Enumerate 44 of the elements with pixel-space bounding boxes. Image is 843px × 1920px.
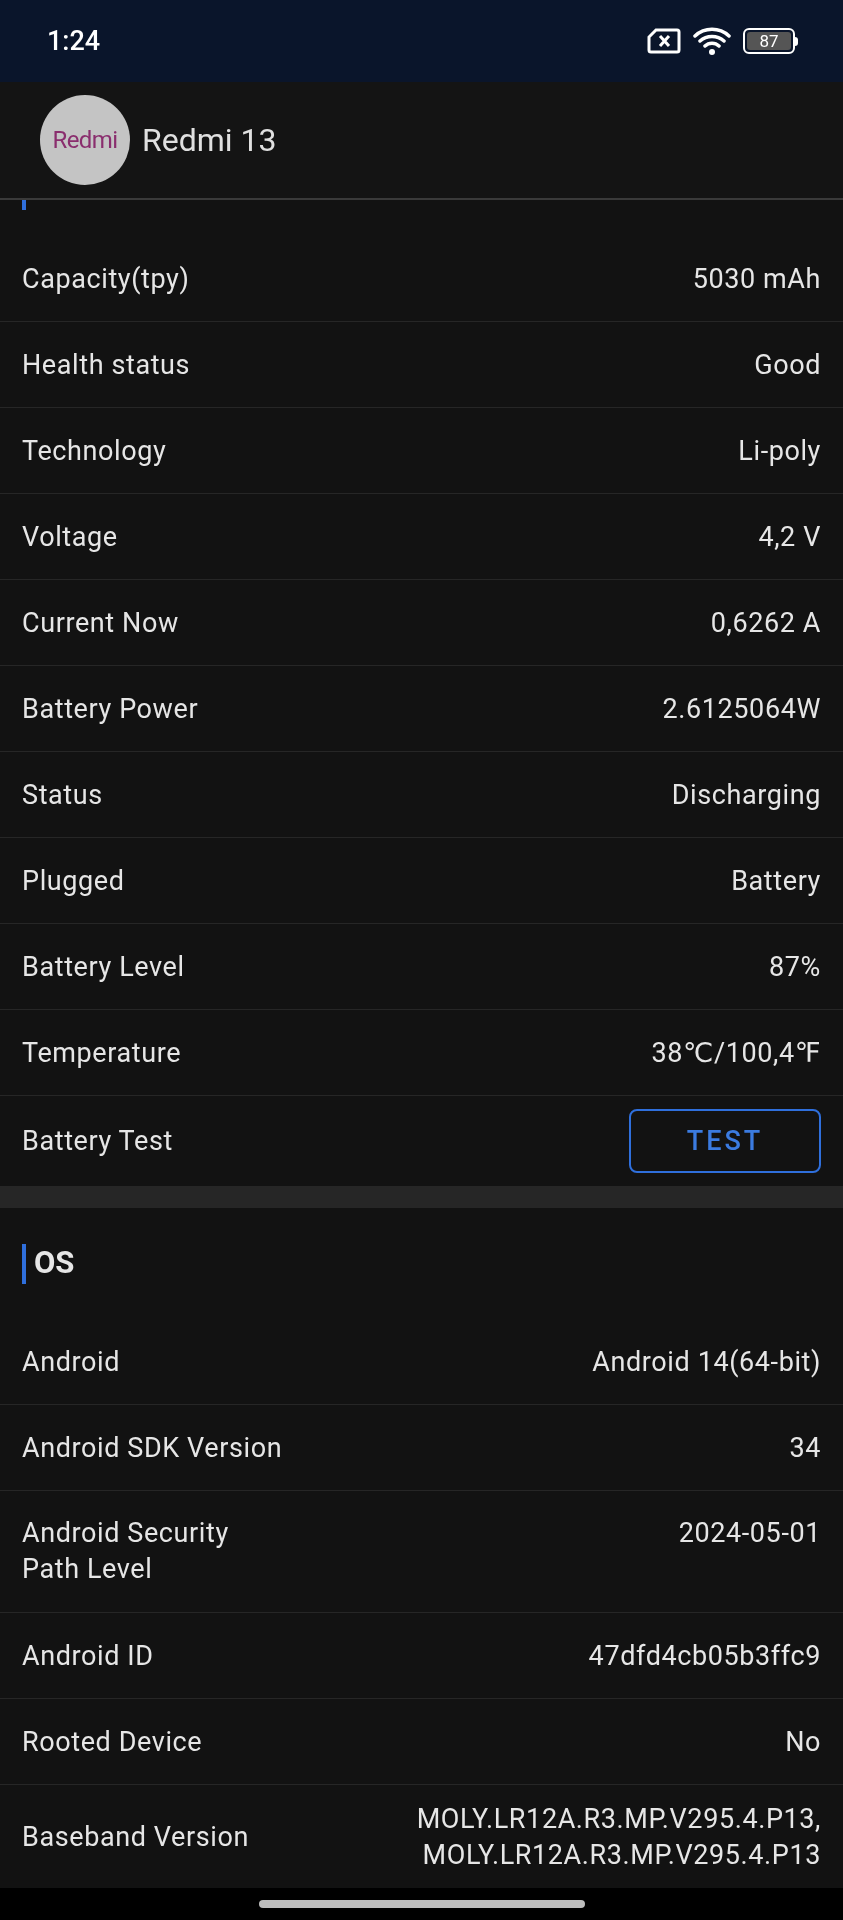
row-label: Battery Level bbox=[22, 949, 185, 985]
row-value: 47dfd4cb05b3ffc9 bbox=[588, 1638, 821, 1674]
row-label: Temperature bbox=[22, 1035, 182, 1071]
row-label: Android bbox=[22, 1344, 121, 1380]
row-value: MOLY.LR12A.R3.MP.V295.4.P13, MOLY.LR12A.R3.MP.V295.4.P13 bbox=[416, 1801, 821, 1873]
row-value: Discharging bbox=[671, 777, 821, 813]
row-label: Android SDK Version bbox=[22, 1430, 283, 1466]
clock: 1:24 bbox=[47, 23, 101, 59]
section-title: OS bbox=[34, 1243, 75, 1284]
row-label: Technology bbox=[22, 433, 167, 469]
row-value: Battery bbox=[731, 863, 821, 899]
row-value: 34 bbox=[789, 1430, 821, 1466]
logo-avatar: Redmi bbox=[40, 95, 130, 185]
test-button[interactable]: TEST bbox=[629, 1109, 821, 1173]
row-value: Android 14(64-bit) bbox=[592, 1344, 821, 1380]
row-label: Baseband Version bbox=[22, 1819, 249, 1855]
row-label: Voltage bbox=[22, 519, 118, 555]
row-value: No bbox=[785, 1724, 821, 1760]
row-label: Health status bbox=[22, 347, 191, 383]
wifi-icon bbox=[693, 27, 731, 55]
row-value: Good bbox=[754, 347, 821, 383]
row-label: Plugged bbox=[22, 863, 125, 899]
row-value: 0,6262 A bbox=[710, 605, 821, 641]
row-value: 38℃/100,4℉ bbox=[651, 1035, 821, 1071]
row-value: 5030 mAh bbox=[692, 261, 821, 297]
row-value: 2024-05-01 bbox=[678, 1516, 821, 1551]
accent-bar bbox=[22, 200, 26, 210]
row-label: Rooted Device bbox=[22, 1724, 203, 1760]
row-label: Battery Power bbox=[22, 691, 199, 727]
row-label: Android ID bbox=[22, 1638, 154, 1674]
row-label: Status bbox=[22, 777, 103, 813]
row-value: 87% bbox=[769, 949, 821, 985]
row-value: 4,2 V bbox=[758, 519, 821, 555]
row-value: Li-poly bbox=[738, 433, 821, 469]
row-label: Android Security Path Level bbox=[22, 1516, 229, 1587]
device-title: Redmi 13 bbox=[142, 120, 277, 161]
accent-bar bbox=[22, 1243, 26, 1284]
row-value: 2.6125064W bbox=[662, 691, 821, 727]
sim-off-icon bbox=[647, 28, 681, 54]
home-handle[interactable] bbox=[258, 1900, 585, 1908]
row-label: Battery Test bbox=[22, 1124, 173, 1159]
row-label: Capacity(tpy) bbox=[22, 261, 190, 297]
row-label: Current Now bbox=[22, 605, 179, 641]
battery-icon: 87 bbox=[743, 28, 798, 54]
